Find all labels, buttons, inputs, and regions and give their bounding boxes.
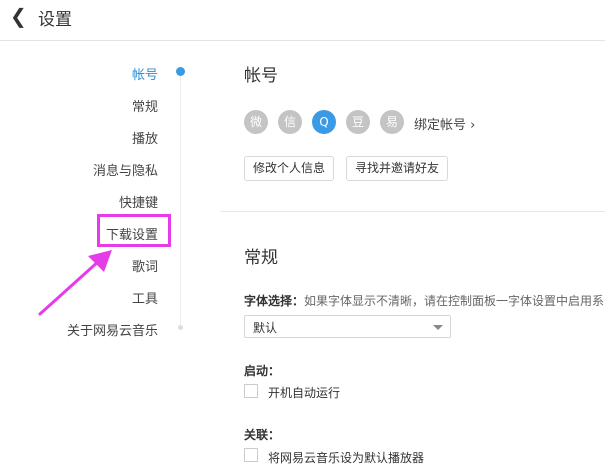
account-section-title: 帐号 <box>244 66 278 86</box>
sidebar-item-general[interactable]: 常规 <box>132 96 158 115</box>
sidebar-item-messages-privacy[interactable]: 消息与隐私 <box>93 160 158 179</box>
annotation-arrow-icon <box>38 250 112 316</box>
nav-end-dot <box>178 325 183 330</box>
association-label: 关联： <box>244 428 281 442</box>
autostart-checkbox[interactable] <box>244 384 258 398</box>
sidebar-item-about[interactable]: 关于网易云音乐 <box>67 320 158 339</box>
header-divider <box>0 40 605 41</box>
sidebar-item-lyrics[interactable]: 歌词 <box>132 256 158 275</box>
section-divider <box>220 211 605 212</box>
nav-track <box>180 72 181 328</box>
font-setting-row: 字体选择：如果字体显示不清晰，请在控制面板一字体设置中启用系 <box>244 292 604 309</box>
yixin-icon[interactable]: 易 <box>380 110 404 134</box>
wechat-icon[interactable]: 信 <box>278 110 302 134</box>
title-bar: ❮ 设置 <box>0 0 605 38</box>
back-chevron-icon[interactable]: ❮ <box>10 4 27 28</box>
active-indicator-dot <box>176 67 185 76</box>
sidebar-item-tools[interactable]: 工具 <box>132 288 158 307</box>
general-section-title: 常规 <box>244 248 278 268</box>
chevron-down-icon <box>433 325 443 330</box>
edit-profile-button[interactable]: 修改个人信息 <box>244 156 335 181</box>
page-title: 设置 <box>38 10 72 30</box>
font-select[interactable]: 默认 <box>244 315 451 338</box>
font-hint: 如果字体显示不清晰，请在控制面板一字体设置中启用系 <box>304 294 605 308</box>
bind-account-link[interactable]: 绑定帐号 › <box>414 114 475 133</box>
sidebar-item-playback[interactable]: 播放 <box>132 128 158 147</box>
qq-icon[interactable]: Q <box>312 110 336 134</box>
font-label: 字体选择： <box>244 294 305 308</box>
douban-icon[interactable]: 豆 <box>346 110 370 134</box>
find-friends-button[interactable]: 寻找并邀请好友 <box>346 156 449 181</box>
startup-label: 启动： <box>244 364 281 378</box>
weibo-icon[interactable]: 微 <box>244 110 268 134</box>
font-select-value: 默认 <box>253 321 278 335</box>
autostart-label: 开机自动运行 <box>268 386 341 400</box>
default-player-checkbox[interactable] <box>244 448 258 462</box>
sidebar-item-shortcuts[interactable]: 快捷键 <box>119 192 158 211</box>
default-player-label: 将网易云音乐设为默认播放器 <box>268 451 425 465</box>
sidebar-item-account[interactable]: 帐号 <box>132 64 158 83</box>
